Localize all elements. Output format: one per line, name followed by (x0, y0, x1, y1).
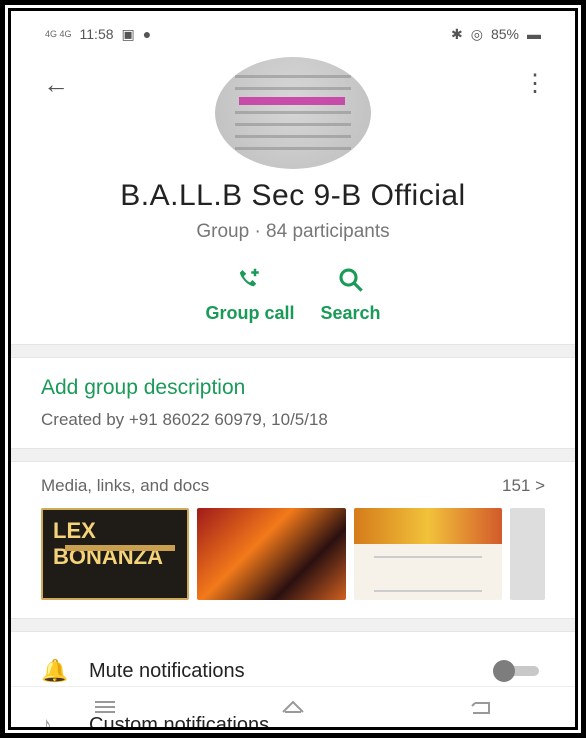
group-subtitle: Group · 84 participants (196, 221, 390, 242)
media-thumb[interactable] (197, 508, 346, 600)
media-header[interactable]: Media, links, and docs 151 > (41, 476, 545, 496)
wifi-icon: ◎ (470, 25, 483, 42)
add-description-link[interactable]: Add group description (41, 376, 545, 400)
bluetooth-icon: ✱ (451, 25, 463, 42)
facebook-icon: ▣ (121, 25, 135, 42)
network-indicator: 4G 4G (45, 28, 72, 39)
back-nav-icon[interactable] (467, 697, 495, 717)
group-call-label: Group call (205, 303, 295, 323)
description-section: Add group description Created by +91 860… (11, 358, 575, 440)
created-by-text: Created by +91 86022 60979, 10/5/18 (41, 410, 328, 429)
group-title: B.A.LL.B Sec 9-B Official (120, 179, 466, 212)
group-header: ← ⋮ (11, 57, 575, 169)
menu-icon[interactable] (91, 697, 119, 717)
section-divider (11, 344, 575, 358)
search-label: Search (320, 303, 381, 323)
media-count: 151 > (501, 476, 545, 495)
thumb-banner: LEX BONANZA (53, 518, 163, 569)
mute-toggle[interactable] (493, 660, 545, 682)
group-avatar[interactable] (215, 57, 371, 169)
bell-icon: 🔔 (41, 658, 69, 683)
media-section: Media, links, and docs 151 > LEX BONANZA (11, 462, 575, 610)
more-options-icon[interactable]: ⋮ (523, 69, 547, 98)
media-thumb[interactable]: LEX BONANZA (41, 508, 190, 600)
system-nav-bar (11, 686, 575, 727)
group-actions: Group call Search (11, 265, 575, 324)
status-left: 4G 4G 11:58 ▣ ● (45, 26, 151, 43)
status-bar: 4G 4G 11:58 ▣ ● ✱ ◎ 85% ▬ (11, 11, 575, 57)
media-thumbnails: LEX BONANZA (41, 508, 545, 600)
mute-notifications-label: Mute notifications (89, 659, 245, 682)
status-right: ✱ ◎ 85% ▬ (451, 26, 541, 43)
status-time: 11:58 (79, 26, 114, 42)
battery-icon: ▬ (527, 26, 541, 42)
group-call-button[interactable]: Group call (205, 265, 294, 324)
call-add-icon (239, 268, 259, 287)
back-arrow-icon[interactable]: ← (43, 69, 69, 100)
search-icon (338, 268, 363, 292)
search-button[interactable]: Search (320, 265, 381, 324)
chat-icon: ● (142, 26, 152, 42)
phone-frame: 4G 4G 11:58 ▣ ● ✱ ◎ 85% ▬ ← ⋮ B.A.LL.B S… (5, 5, 581, 733)
media-thumb[interactable] (353, 508, 502, 600)
section-divider (11, 448, 575, 462)
media-thumb[interactable] (509, 508, 545, 600)
section-divider (11, 618, 575, 632)
home-icon[interactable] (279, 697, 307, 717)
media-title: Media, links, and docs (41, 476, 210, 495)
battery-text: 85% (490, 26, 519, 42)
thumb-strip (65, 545, 175, 551)
